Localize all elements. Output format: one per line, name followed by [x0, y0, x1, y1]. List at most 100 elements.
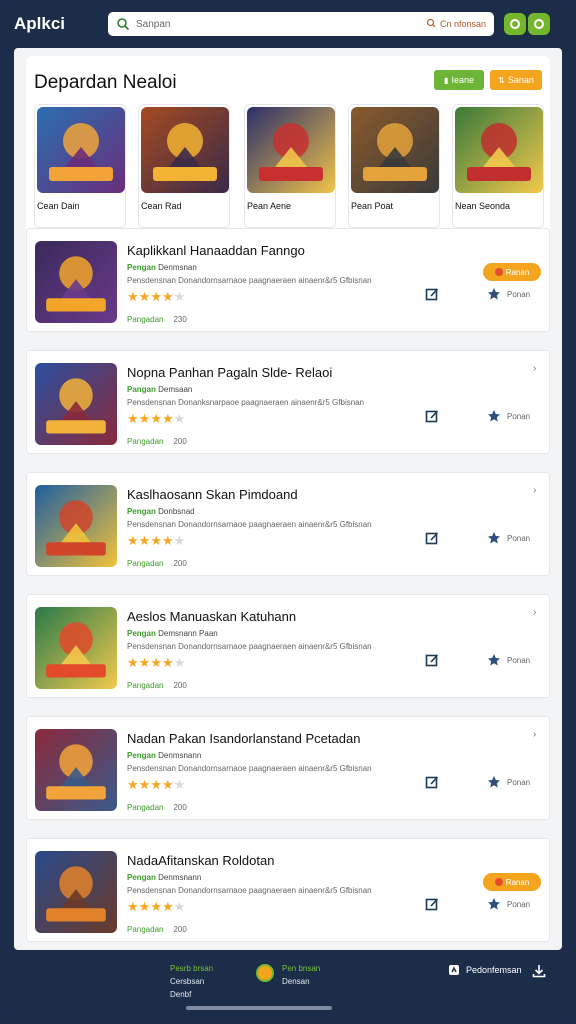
- star-rating: ★★★★★: [127, 533, 185, 549]
- message-button[interactable]: [528, 13, 550, 35]
- app-thumbnail[interactable]: [35, 607, 117, 689]
- section-title: Depardan Nealoi: [34, 72, 177, 93]
- search-icon: [116, 17, 130, 31]
- app-card[interactable]: Kaplikkanl Hanaaddan Fanngo Pengan Denmsn…: [26, 228, 550, 332]
- bottom-app-icon[interactable]: [256, 964, 274, 982]
- filter-label: Ieane: [451, 75, 474, 85]
- app-title[interactable]: Nopna Panhan Pagaln Slde- Relaoi: [127, 365, 332, 380]
- app-card[interactable]: Aeslos Manuaskan Katuhann Pengan Demsnann…: [26, 594, 550, 698]
- app-meta: Pengan Denmsnan: [127, 263, 197, 272]
- app-title[interactable]: Kaslhaosann Skan Pimdoand: [127, 487, 298, 502]
- star-icon: ★: [161, 533, 174, 548]
- sort-button-orange[interactable]: ⇅ Sanan: [490, 70, 542, 90]
- chevron-right-icon[interactable]: ›: [533, 729, 536, 740]
- category-label: Pangadan: [127, 925, 164, 934]
- app-card[interactable]: NadaAfitanskan Roldotan Pengan Denmsnann P…: [26, 838, 550, 942]
- favorite-button[interactable]: Ponan: [487, 531, 530, 545]
- category-label: Pangadan: [127, 803, 164, 812]
- message-icon: [534, 19, 544, 29]
- app-thumbnail[interactable]: [35, 729, 117, 811]
- badge-label: Ranan: [505, 877, 530, 887]
- app-thumbnail[interactable]: [35, 241, 117, 323]
- app-publisher: Pengan: [127, 263, 156, 272]
- app-thumbnail[interactable]: [35, 851, 117, 933]
- edit-icon[interactable]: [425, 775, 439, 789]
- bottom-bar: Pesrb brsan Cersbsan Denbf Pen bnsan Den…: [0, 950, 576, 1024]
- star-icon: ★: [173, 899, 186, 914]
- star-icon: ★: [138, 777, 151, 792]
- bottom-link[interactable]: Pen bnsan: [282, 962, 320, 975]
- download-count: 200: [173, 803, 187, 812]
- app-title[interactable]: Kaplikkanl Hanaaddan Fanngo: [127, 243, 305, 258]
- app-title[interactable]: Nadan Pakan Isandorlanstand Pcetadan: [127, 731, 360, 746]
- featured-card[interactable]: Nean Seonda: [452, 104, 544, 228]
- star-icon: ★: [150, 533, 162, 548]
- edit-icon[interactable]: [425, 653, 439, 667]
- app-description: Pensdensnan Donandornsarnaoe paagnaeraen…: [127, 764, 372, 773]
- star-icon: ★: [127, 899, 139, 914]
- edit-icon[interactable]: [425, 287, 439, 301]
- featured-game-art: [247, 107, 335, 193]
- app-category: Pangadan 200: [127, 803, 187, 812]
- star-icon: ★: [127, 533, 139, 548]
- bottom-link[interactable]: Cersbsan: [170, 975, 213, 988]
- download-button[interactable]: [532, 964, 546, 983]
- download-icon: [532, 965, 546, 978]
- app-category: Pangadan 230: [127, 315, 187, 324]
- bottom-link[interactable]: Densan: [282, 975, 320, 988]
- edit-icon[interactable]: [425, 409, 439, 423]
- chevron-right-icon[interactable]: ›: [533, 363, 536, 374]
- star-rating: ★★★★★: [127, 411, 185, 427]
- star-rating: ★★★★★: [127, 777, 185, 793]
- star-icon: ★: [173, 777, 186, 792]
- search-secondary-icon: [426, 18, 436, 30]
- featured-name: Cean Rad: [141, 201, 182, 211]
- filter-button-green[interactable]: ▮ Ieane: [434, 70, 484, 90]
- category-label: Pangadan: [127, 681, 164, 690]
- featured-game-art: [37, 107, 125, 193]
- chat-button[interactable]: [504, 13, 526, 35]
- app-card[interactable]: Kaslhaosann Skan Pimdoand Pengan Donbsnad…: [26, 472, 550, 576]
- search-location[interactable]: Cn nfonsan: [426, 18, 486, 30]
- app-title[interactable]: NadaAfitanskan Roldotan: [127, 853, 274, 868]
- favorite-label: Ponan: [507, 777, 531, 787]
- brand-logo[interactable]: Aplkci: [14, 14, 94, 34]
- status-badge[interactable]: Ranan: [483, 873, 541, 891]
- download-count: 200: [173, 681, 187, 690]
- star-rating: ★★★★★: [127, 655, 185, 671]
- featured-card[interactable]: Pean Aene: [244, 104, 336, 228]
- featured-card[interactable]: Cean Rad: [138, 104, 230, 228]
- app-card[interactable]: Nopna Panhan Pagaln Slde- Relaoi Pangan D…: [26, 350, 550, 454]
- status-badge[interactable]: Ranan: [483, 263, 541, 281]
- app-publisher: Pengan: [127, 751, 156, 760]
- bottom-links-2[interactable]: Pen bnsan Densan: [282, 962, 320, 988]
- edit-icon[interactable]: [425, 531, 439, 545]
- search-bar[interactable]: Sanpan Cn nfonsan: [108, 12, 494, 36]
- featured-card[interactable]: Cean Dain: [34, 104, 126, 228]
- chevron-right-icon[interactable]: ›: [533, 485, 536, 496]
- bottom-link[interactable]: Denbf: [170, 988, 213, 1001]
- app-publisher: Pangan: [127, 385, 156, 394]
- download-count: 200: [173, 559, 187, 568]
- app-meta: Pengan Denmsnann: [127, 873, 201, 882]
- app-card[interactable]: Nadan Pakan Isandorlanstand Pcetadan Peng…: [26, 716, 550, 820]
- featured-card[interactable]: Pean Poat: [348, 104, 440, 228]
- app-meta-text: Denmsnann: [158, 751, 202, 760]
- favorite-button[interactable]: Ponan: [487, 287, 530, 301]
- category-label: Pangadan: [127, 559, 164, 568]
- bottom-links-1[interactable]: Pesrb brsan Cersbsan Denbf: [170, 962, 213, 1001]
- app-title[interactable]: Aeslos Manuaskan Katuhann: [127, 609, 296, 624]
- favorite-button[interactable]: Ponan: [487, 409, 530, 423]
- bottom-link[interactable]: Pesrb brsan: [170, 962, 213, 975]
- star-fav-icon: [488, 288, 500, 300]
- chevron-right-icon[interactable]: ›: [533, 607, 536, 618]
- app-thumbnail[interactable]: [35, 363, 117, 445]
- search-input[interactable]: Sanpan: [136, 19, 426, 30]
- star-fav-icon: [488, 654, 500, 666]
- edit-icon[interactable]: [425, 897, 439, 911]
- favorite-button[interactable]: Ponan: [487, 653, 530, 667]
- app-thumbnail[interactable]: [35, 485, 117, 567]
- bottom-profile[interactable]: Pedonfemsan: [448, 964, 522, 976]
- favorite-button[interactable]: Ponan: [487, 897, 530, 911]
- favorite-button[interactable]: Ponan: [487, 775, 530, 789]
